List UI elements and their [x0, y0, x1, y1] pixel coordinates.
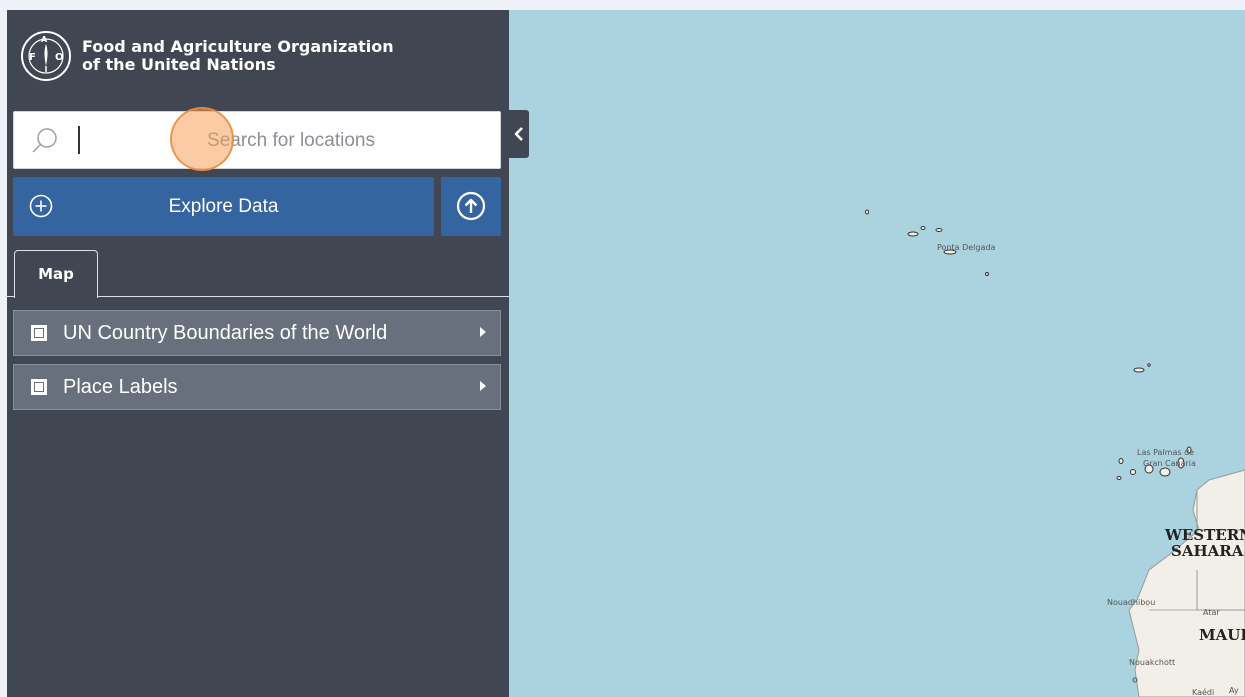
brand-line-1: Food and Agriculture Organization [82, 37, 394, 56]
city-label-ponta-delgada: Ponta Delgada [937, 243, 996, 252]
expand-arrow-icon[interactable] [480, 327, 486, 337]
sidebar: F A O Food and Agriculture Organization … [7, 10, 509, 697]
app-window: F A O Food and Agriculture Organization … [7, 10, 1245, 697]
explore-data-label: Explore Data [168, 196, 279, 217]
svg-text:F: F [29, 52, 36, 63]
country-label-western-sahara-2: SAHARA [1171, 542, 1244, 560]
city-label-las-palmas-line2: Gran Canaria [1143, 459, 1196, 468]
svg-text:A: A [41, 35, 48, 44]
city-label-atar: Atar [1203, 608, 1220, 617]
text-caret [78, 126, 80, 154]
upload-button[interactable] [441, 177, 501, 236]
brand[interactable]: F A O Food and Agriculture Organization … [20, 20, 394, 92]
layer-label: Place Labels [63, 376, 178, 398]
layer-checkbox[interactable] [31, 379, 47, 395]
search-box[interactable] [13, 111, 501, 170]
search-icon [32, 128, 57, 153]
layer-un-country-boundaries[interactable]: UN Country Boundaries of the World [13, 310, 501, 356]
map-canvas [865, 209, 1245, 697]
fao-logo: F A O [21, 31, 71, 81]
city-label-las-palmas-line1: Las Palmas de [1137, 448, 1195, 457]
brand-line-2: of the United Nations [82, 55, 276, 74]
city-label-ay: Ay [1229, 686, 1239, 695]
expand-arrow-icon[interactable] [480, 381, 486, 391]
collapse-sidebar-button[interactable] [509, 110, 529, 158]
layer-checkbox[interactable] [31, 325, 47, 341]
tab-map[interactable]: Map [14, 250, 98, 298]
chevron-left-icon [514, 127, 523, 141]
country-label-mauritania: MAURITANIA [1199, 626, 1245, 644]
upload-circle-icon [456, 191, 486, 221]
explore-data-button[interactable]: Explore Data [13, 177, 434, 236]
search-input[interactable] [84, 112, 498, 170]
madeira-islands [1133, 363, 1151, 373]
map-view[interactable]: Ponta Delgada Las Palmas de Gran Canaria… [509, 10, 1245, 697]
layer-place-labels[interactable]: Place Labels [13, 364, 501, 410]
layer-label: UN Country Boundaries of the World [63, 322, 388, 344]
city-label-kaedi: Kaédi [1192, 688, 1215, 697]
city-label-nouadhibou: Nouadhibou [1107, 598, 1156, 607]
brand-title: Food and Agriculture Organization of the… [82, 38, 394, 74]
svg-text:O: O [55, 52, 64, 63]
city-label-nouakchott: Nouakchott [1129, 658, 1176, 667]
country-label-western-sahara-1: WESTERN [1165, 526, 1245, 544]
